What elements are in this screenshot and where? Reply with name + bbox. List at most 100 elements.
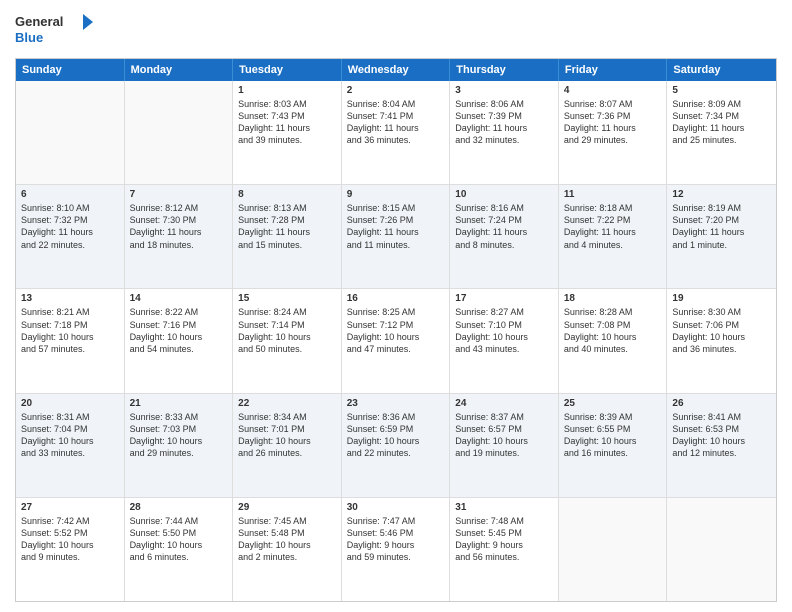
logo: General Blue (15, 10, 95, 50)
cell-line: Sunrise: 8:13 AM (238, 202, 336, 214)
cell-line: and 15 minutes. (238, 239, 336, 251)
calendar-header: SundayMondayTuesdayWednesdayThursdayFrid… (16, 59, 776, 81)
weekday-header-wednesday: Wednesday (342, 59, 451, 81)
cell-line: and 8 minutes. (455, 239, 553, 251)
calendar-cell-27: 27Sunrise: 7:42 AMSunset: 5:52 PMDayligh… (16, 498, 125, 601)
calendar-cell-23: 23Sunrise: 8:36 AMSunset: 6:59 PMDayligh… (342, 394, 451, 497)
calendar-cell-17: 17Sunrise: 8:27 AMSunset: 7:10 PMDayligh… (450, 289, 559, 392)
cell-line: Sunrise: 8:24 AM (238, 306, 336, 318)
cell-line: Sunset: 7:16 PM (130, 319, 228, 331)
cell-line: Daylight: 10 hours (238, 331, 336, 343)
calendar-body: 1Sunrise: 8:03 AMSunset: 7:43 PMDaylight… (16, 81, 776, 601)
day-number: 7 (130, 188, 228, 201)
calendar-cell-25: 25Sunrise: 8:39 AMSunset: 6:55 PMDayligh… (559, 394, 668, 497)
cell-line: Sunset: 7:06 PM (672, 319, 771, 331)
cell-line: Daylight: 11 hours (455, 226, 553, 238)
cell-line: Sunrise: 7:45 AM (238, 515, 336, 527)
cell-line: Sunset: 5:46 PM (347, 527, 445, 539)
cell-line: and 40 minutes. (564, 343, 662, 355)
cell-line: Sunrise: 8:09 AM (672, 98, 771, 110)
calendar-cell-11: 11Sunrise: 8:18 AMSunset: 7:22 PMDayligh… (559, 185, 668, 288)
calendar-row-5: 27Sunrise: 7:42 AMSunset: 5:52 PMDayligh… (16, 498, 776, 601)
cell-line: and 1 minute. (672, 239, 771, 251)
cell-line: and 25 minutes. (672, 134, 771, 146)
calendar-cell-empty (16, 81, 125, 184)
cell-line: Daylight: 10 hours (21, 539, 119, 551)
cell-line: Daylight: 11 hours (564, 226, 662, 238)
day-number: 22 (238, 397, 336, 410)
cell-line: Daylight: 10 hours (347, 435, 445, 447)
calendar-cell-6: 6Sunrise: 8:10 AMSunset: 7:32 PMDaylight… (16, 185, 125, 288)
calendar-cell-empty (125, 81, 234, 184)
calendar-cell-9: 9Sunrise: 8:15 AMSunset: 7:26 PMDaylight… (342, 185, 451, 288)
day-number: 9 (347, 188, 445, 201)
day-number: 25 (564, 397, 662, 410)
cell-line: Daylight: 10 hours (564, 435, 662, 447)
cell-line: Sunrise: 8:21 AM (21, 306, 119, 318)
cell-line: Sunset: 5:45 PM (455, 527, 553, 539)
cell-line: and 11 minutes. (347, 239, 445, 251)
cell-line: Sunset: 5:48 PM (238, 527, 336, 539)
cell-line: and 57 minutes. (21, 343, 119, 355)
day-number: 16 (347, 292, 445, 305)
day-number: 10 (455, 188, 553, 201)
cell-line: Sunset: 7:12 PM (347, 319, 445, 331)
cell-line: and 47 minutes. (347, 343, 445, 355)
cell-line: and 59 minutes. (347, 551, 445, 563)
cell-line: and 54 minutes. (130, 343, 228, 355)
cell-line: Sunset: 7:24 PM (455, 214, 553, 226)
cell-line: Sunrise: 7:42 AM (21, 515, 119, 527)
cell-line: Sunset: 6:53 PM (672, 423, 771, 435)
cell-line: Sunset: 7:04 PM (21, 423, 119, 435)
cell-line: Sunset: 7:34 PM (672, 110, 771, 122)
cell-line: and 18 minutes. (130, 239, 228, 251)
calendar-cell-12: 12Sunrise: 8:19 AMSunset: 7:20 PMDayligh… (667, 185, 776, 288)
cell-line: Sunset: 7:14 PM (238, 319, 336, 331)
day-number: 20 (21, 397, 119, 410)
calendar-cell-5: 5Sunrise: 8:09 AMSunset: 7:34 PMDaylight… (667, 81, 776, 184)
cell-line: Sunrise: 8:25 AM (347, 306, 445, 318)
day-number: 31 (455, 501, 553, 514)
calendar-cell-31: 31Sunrise: 7:48 AMSunset: 5:45 PMDayligh… (450, 498, 559, 601)
calendar-cell-19: 19Sunrise: 8:30 AMSunset: 7:06 PMDayligh… (667, 289, 776, 392)
day-number: 8 (238, 188, 336, 201)
cell-line: Sunrise: 8:16 AM (455, 202, 553, 214)
cell-line: Sunrise: 8:30 AM (672, 306, 771, 318)
calendar-cell-30: 30Sunrise: 7:47 AMSunset: 5:46 PMDayligh… (342, 498, 451, 601)
day-number: 28 (130, 501, 228, 514)
cell-line: Sunrise: 8:33 AM (130, 411, 228, 423)
cell-line: and 22 minutes. (347, 447, 445, 459)
cell-line: Sunset: 6:55 PM (564, 423, 662, 435)
day-number: 29 (238, 501, 336, 514)
cell-line: Sunrise: 8:15 AM (347, 202, 445, 214)
cell-line: Daylight: 11 hours (564, 122, 662, 134)
cell-line: Sunrise: 8:28 AM (564, 306, 662, 318)
day-number: 5 (672, 84, 771, 97)
cell-line: Sunset: 6:57 PM (455, 423, 553, 435)
cell-line: and 36 minutes. (672, 343, 771, 355)
cell-line: Sunset: 7:30 PM (130, 214, 228, 226)
cell-line: Sunset: 7:41 PM (347, 110, 445, 122)
cell-line: Sunset: 7:08 PM (564, 319, 662, 331)
cell-line: Sunrise: 8:36 AM (347, 411, 445, 423)
calendar-cell-28: 28Sunrise: 7:44 AMSunset: 5:50 PMDayligh… (125, 498, 234, 601)
cell-line: Sunrise: 8:22 AM (130, 306, 228, 318)
calendar-row-1: 1Sunrise: 8:03 AMSunset: 7:43 PMDaylight… (16, 81, 776, 185)
cell-line: and 39 minutes. (238, 134, 336, 146)
cell-line: Sunrise: 8:06 AM (455, 98, 553, 110)
cell-line: Sunset: 7:28 PM (238, 214, 336, 226)
cell-line: and 56 minutes. (455, 551, 553, 563)
svg-text:Blue: Blue (15, 30, 43, 45)
logo-graphic: General Blue (15, 10, 95, 50)
calendar-cell-2: 2Sunrise: 8:04 AMSunset: 7:41 PMDaylight… (342, 81, 451, 184)
cell-line: Sunset: 7:03 PM (130, 423, 228, 435)
cell-line: Daylight: 10 hours (130, 435, 228, 447)
cell-line: Sunset: 7:20 PM (672, 214, 771, 226)
day-number: 18 (564, 292, 662, 305)
cell-line: Sunrise: 8:07 AM (564, 98, 662, 110)
cell-line: Sunset: 5:50 PM (130, 527, 228, 539)
calendar-cell-3: 3Sunrise: 8:06 AMSunset: 7:39 PMDaylight… (450, 81, 559, 184)
cell-line: Sunrise: 8:31 AM (21, 411, 119, 423)
cell-line: and 19 minutes. (455, 447, 553, 459)
cell-line: Sunrise: 7:47 AM (347, 515, 445, 527)
